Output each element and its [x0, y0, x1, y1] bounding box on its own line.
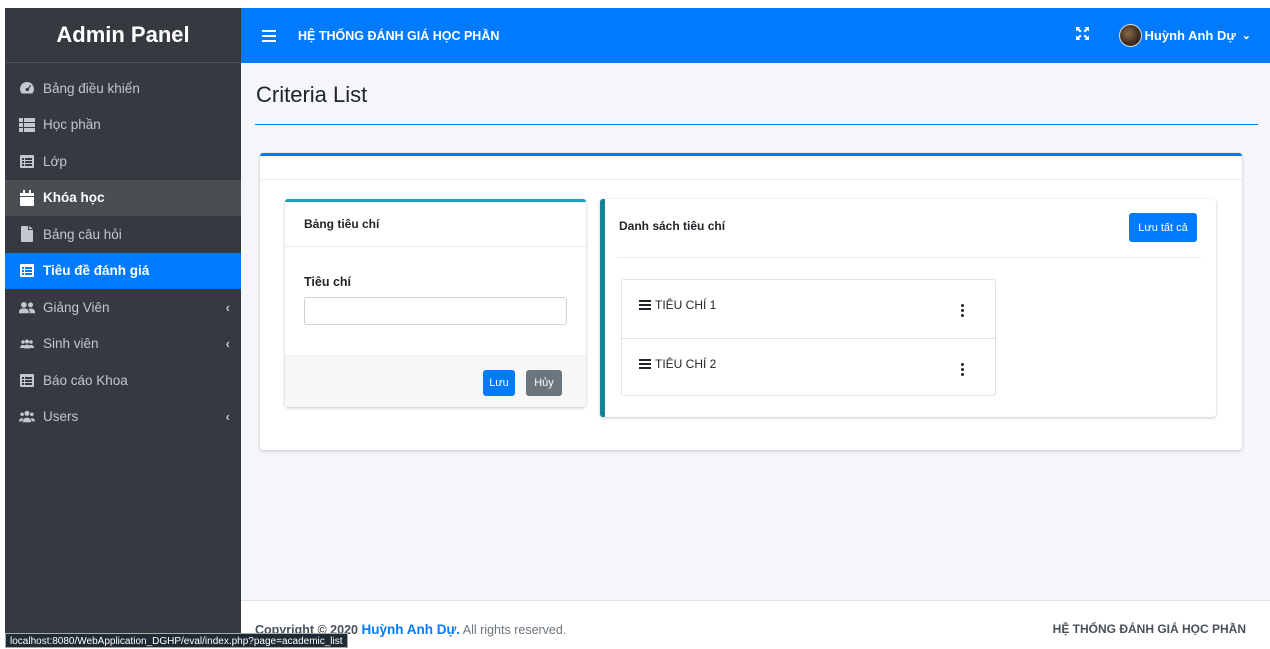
sidebar: Admin Panel Bảng điều khiển Học phần Lớp… [5, 8, 241, 648]
sidebar-nav: Bảng điều khiển Học phần Lớp Khóa học Bả… [5, 70, 241, 435]
brand-title[interactable]: Admin Panel [5, 8, 241, 63]
fullscreen-icon[interactable] [1075, 26, 1089, 45]
sidebar-item-label: Lớp [43, 153, 67, 169]
app-window: Admin Panel Bảng điều khiển Học phần Lớp… [5, 8, 1270, 648]
sidebar-item-label: Users [43, 409, 79, 425]
top-navbar: HỆ THỐNG ĐÁNH GIÁ HỌC PHẦN Huỳnh Anh Dự … [241, 8, 1270, 63]
save-all-button[interactable]: Lưu tất cả [1129, 213, 1197, 242]
criteria-list-card: Danh sách tiêu chí Lưu tất cả TIÊU CHÍ 1… [600, 199, 1216, 417]
users-cog-icon [19, 409, 35, 425]
sidebar-item-label: Bảng điều khiển [43, 80, 140, 96]
criteria-item-label: TIÊU CHÍ 1 [655, 298, 717, 312]
list-item[interactable]: TIÊU CHÍ 2 [622, 337, 995, 396]
form-card-footer: Lưu Hủy [285, 355, 586, 407]
sidebar-item-criteria[interactable]: Tiêu đề đánh giá [5, 252, 241, 289]
sidebar-item-label: Báo cáo Khoa [43, 372, 128, 388]
list-alt-icon [19, 372, 35, 388]
sidebar-item-courses[interactable]: Học phần [5, 107, 241, 144]
browser-status-url: localhost:8080/WebApplication_DGHP/eval/… [5, 633, 348, 648]
page-title: Criteria List [256, 82, 368, 107]
form-card-title: Bảng tiêu chí [285, 202, 586, 247]
criteria-form-card: Bảng tiêu chí Tiêu chí Lưu Hủy [285, 199, 586, 407]
list-alt-icon [19, 153, 35, 169]
avatar [1118, 24, 1142, 47]
author-link[interactable]: Huỳnh Anh Dự. [361, 622, 460, 637]
system-title: HỆ THỐNG ĐÁNH GIÁ HỌC PHẦN [298, 28, 500, 43]
save-button[interactable]: Lưu [483, 370, 515, 396]
sidebar-item-classes[interactable]: Lớp [5, 143, 241, 180]
footer-system-title: HỆ THỐNG ĐÁNH GIÁ HỌC PHẦN [1052, 622, 1246, 636]
footer: Copyright © 2020 Huỳnh Anh Dự. All right… [241, 600, 1270, 648]
card-header [260, 156, 1242, 180]
sidebar-item-questionnaire[interactable]: Bảng câu hỏi [5, 216, 241, 253]
chevron-left-icon: ‹ [225, 409, 230, 425]
chevron-left-icon: ‹ [225, 336, 230, 352]
drag-handle-icon[interactable] [639, 358, 651, 369]
menu-toggle-icon[interactable] [262, 29, 276, 42]
sidebar-item-users[interactable]: Users ‹ [5, 399, 241, 436]
user-name: Huỳnh Anh Dự [1144, 28, 1236, 43]
criteria-card: Bảng tiêu chí Tiêu chí Lưu Hủy Danh sách… [260, 153, 1242, 450]
th-list-icon [19, 117, 35, 133]
chevron-left-icon: ‹ [225, 299, 230, 315]
calendar-icon [19, 189, 35, 206]
main-content: Criteria List Bảng tiêu chí Tiêu chí Lưu… [241, 63, 1270, 600]
sidebar-item-label: Học phần [43, 117, 101, 133]
criteria-item-label: TIÊU CHÍ 2 [655, 356, 717, 371]
users-icon [19, 336, 35, 352]
sidebar-item-students[interactable]: Sinh viên ‹ [5, 326, 241, 363]
sidebar-item-label: Giảng Viên [43, 299, 110, 315]
list-alt-icon [19, 263, 35, 279]
chevron-down-icon: ⌄ [1241, 30, 1251, 42]
drag-handle-icon[interactable] [639, 300, 651, 310]
criteria-input[interactable] [304, 297, 567, 325]
user-friends-icon [19, 299, 35, 315]
rights-text: All rights reserved. [462, 623, 567, 637]
criteria-field-label: Tiêu chí [304, 275, 352, 289]
file-icon [19, 226, 35, 243]
sidebar-item-dashboard[interactable]: Bảng điều khiển [5, 70, 241, 107]
cancel-button[interactable]: Hủy [526, 370, 562, 396]
more-options-icon[interactable] [959, 362, 965, 376]
sidebar-item-academic-year[interactable]: Khóa học [5, 179, 241, 216]
sidebar-item-label: Bảng câu hỏi [43, 226, 122, 242]
criteria-list: TIÊU CHÍ 1 TIÊU CHÍ 2 [621, 279, 996, 396]
user-menu[interactable]: Huỳnh Anh Dự ⌄ [1118, 24, 1251, 47]
more-options-icon[interactable] [959, 304, 965, 317]
list-item[interactable]: TIÊU CHÍ 1 [622, 280, 995, 338]
tachometer-icon [19, 80, 35, 96]
sidebar-item-label: Sinh viên [43, 336, 99, 352]
title-divider [255, 124, 1258, 125]
sidebar-item-label: Tiêu đề đánh giá [43, 263, 150, 279]
list-card-title: Danh sách tiêu chí [619, 219, 726, 233]
list-card-divider [617, 257, 1201, 258]
sidebar-item-label: Khóa học [43, 190, 105, 206]
sidebar-item-faculty-report[interactable]: Báo cáo Khoa [5, 362, 241, 399]
sidebar-item-lecturers[interactable]: Giảng Viên ‹ [5, 289, 241, 326]
